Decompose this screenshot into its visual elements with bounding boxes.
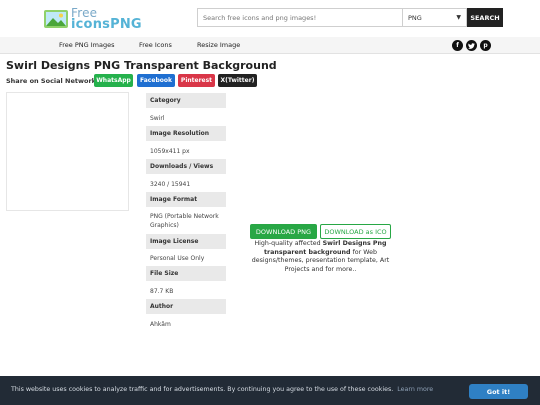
facebook-icon[interactable]: f <box>452 40 463 51</box>
cookie-learn-more-link[interactable]: Learn more <box>397 386 433 393</box>
info-label-resolution: Image Resolution <box>146 126 226 141</box>
twitter-icon[interactable] <box>466 40 477 51</box>
download-png-button[interactable]: DOWNLOAD PNG <box>250 224 317 239</box>
share-label: Share on Social Network: <box>6 77 99 85</box>
share-whatsapp-button[interactable]: WhatsApp <box>94 74 133 87</box>
site-logo[interactable]: Free iconsPNG <box>44 6 154 32</box>
top-header: Free iconsPNG PNG ▼ SEARCH <box>0 0 540 37</box>
nav-bar: Free PNG Images Free Icons Resize Image … <box>0 37 540 54</box>
nav-free-png-images[interactable]: Free PNG Images <box>59 41 115 49</box>
info-value-downloads: 3240 / 15941 <box>150 181 191 188</box>
info-label-author: Author <box>146 299 226 314</box>
nav-free-icons[interactable]: Free Icons <box>139 41 172 49</box>
cookie-message: This website uses cookies to analyze tra… <box>11 386 433 393</box>
search-input[interactable] <box>197 8 402 27</box>
cookie-banner: This website uses cookies to analyze tra… <box>0 376 540 405</box>
share-twitter-button[interactable]: X(Twitter) <box>218 74 257 87</box>
share-pinterest-button[interactable]: Pinterest <box>178 74 215 87</box>
info-value-license: Personal Use Only <box>150 255 205 262</box>
info-label-category: Category <box>146 93 226 108</box>
info-value-category[interactable]: Swirl <box>150 114 226 123</box>
info-label-format: Image Format <box>146 192 226 207</box>
info-value-size: 87.7 KB <box>150 288 174 295</box>
logo-text-bottom: iconsPNG <box>71 17 142 32</box>
info-value-author: Ahkâm <box>150 321 171 328</box>
image-logo-icon <box>44 10 68 28</box>
chevron-down-icon: ▼ <box>456 14 461 21</box>
format-select[interactable]: PNG ▼ <box>402 8 467 27</box>
cookie-accept-button[interactable]: Got it! <box>469 384 528 399</box>
download-description: High-quality affected Swirl Designs Png … <box>247 240 394 274</box>
page-title: Swirl Designs PNG Transparent Background <box>6 59 277 72</box>
format-select-value: PNG <box>408 13 422 22</box>
pinterest-icon[interactable]: p <box>480 40 491 51</box>
info-label-license: Image License <box>146 234 226 249</box>
cookie-text: This website uses cookies to analyze tra… <box>11 386 394 393</box>
info-value-resolution: 1059x411 px <box>150 148 190 155</box>
download-desc-pre: High-quality affected <box>254 240 321 247</box>
info-value-format: PNG (Portable Network Graphics) <box>150 213 219 229</box>
image-preview[interactable] <box>6 92 129 211</box>
info-label-downloads: Downloads / Views <box>146 159 226 174</box>
search-button[interactable]: SEARCH <box>467 8 503 27</box>
nav-resize-image[interactable]: Resize Image <box>197 41 240 49</box>
info-label-size: File Size <box>146 266 226 281</box>
share-facebook-button[interactable]: Facebook <box>137 74 175 87</box>
download-ico-button[interactable]: DOWNLOAD as ICO <box>320 224 391 239</box>
